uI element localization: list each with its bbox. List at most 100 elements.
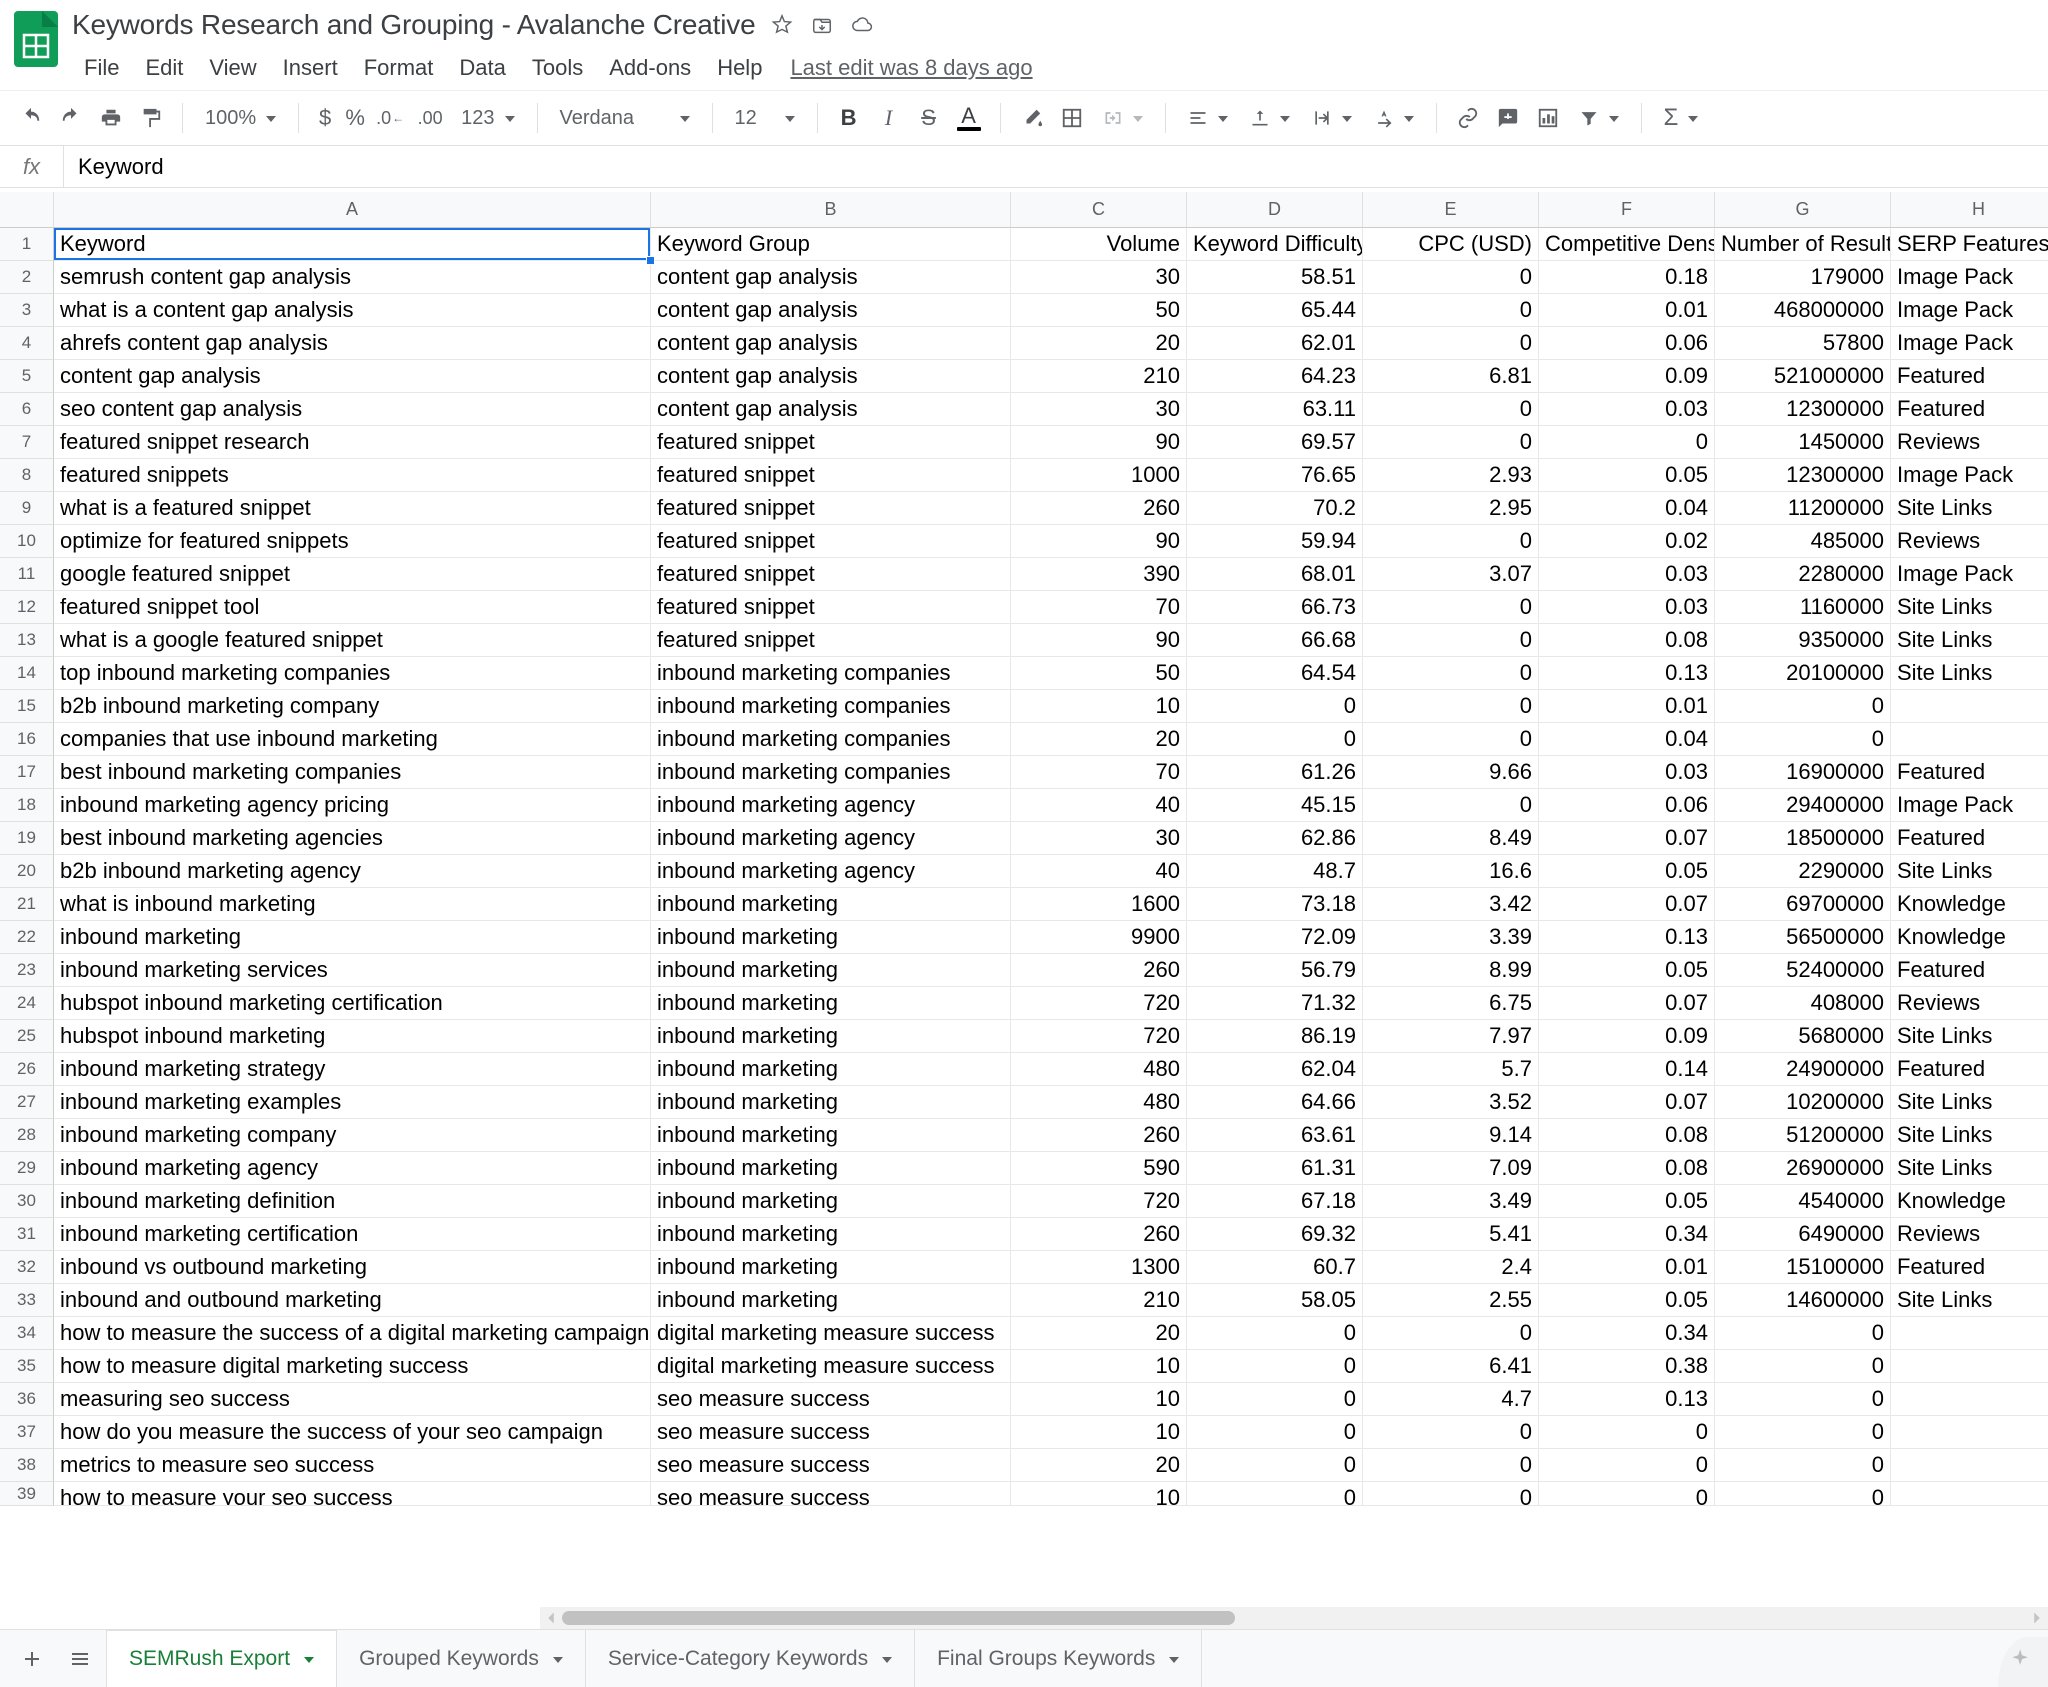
- cell[interactable]: 69700000: [1715, 888, 1891, 921]
- cell[interactable]: 0: [1363, 591, 1539, 624]
- paint-format-icon[interactable]: [132, 99, 170, 137]
- cell[interactable]: Featured: [1891, 1053, 2048, 1086]
- cell[interactable]: 5680000: [1715, 1020, 1891, 1053]
- fill-color-button[interactable]: [1013, 99, 1051, 137]
- cell[interactable]: 10200000: [1715, 1086, 1891, 1119]
- table-row[interactable]: what is a google featured snippetfeature…: [54, 624, 2048, 657]
- cell[interactable]: Reviews: [1891, 426, 2048, 459]
- cell[interactable]: inbound marketing agency: [651, 822, 1011, 855]
- cell[interactable]: 20: [1011, 327, 1187, 360]
- doc-title[interactable]: Keywords Research and Grouping - Avalanc…: [72, 9, 755, 41]
- cell[interactable]: 0: [1363, 690, 1539, 723]
- row-header[interactable]: 11: [0, 558, 54, 591]
- row-header[interactable]: 3: [0, 294, 54, 327]
- fx-label[interactable]: fx: [0, 146, 64, 187]
- cell[interactable]: inbound marketing company: [54, 1119, 651, 1152]
- cell[interactable]: Site Links: [1891, 1284, 2048, 1317]
- row-header[interactable]: 38: [0, 1449, 54, 1482]
- format-percent-button[interactable]: %: [341, 99, 369, 137]
- table-row[interactable]: inbound marketing agency pricinginbound …: [54, 789, 2048, 822]
- table-row[interactable]: hubspot inbound marketinginbound marketi…: [54, 1020, 2048, 1053]
- cell[interactable]: 480: [1011, 1086, 1187, 1119]
- insert-link-button[interactable]: [1449, 99, 1487, 137]
- cell[interactable]: seo measure success: [651, 1416, 1011, 1449]
- col-header-D[interactable]: D: [1187, 192, 1363, 228]
- table-row[interactable]: inbound marketing definitioninbound mark…: [54, 1185, 2048, 1218]
- cell[interactable]: optimize for featured snippets: [54, 525, 651, 558]
- cell[interactable]: 12300000: [1715, 393, 1891, 426]
- cell[interactable]: best inbound marketing companies: [54, 756, 651, 789]
- cell[interactable]: 8.49: [1363, 822, 1539, 855]
- cell[interactable]: 0: [1715, 1317, 1891, 1350]
- table-row[interactable]: best inbound marketing agenciesinbound m…: [54, 822, 2048, 855]
- cell[interactable]: 90: [1011, 624, 1187, 657]
- cell[interactable]: 63.61: [1187, 1119, 1363, 1152]
- cell[interactable]: hubspot inbound marketing certification: [54, 987, 651, 1020]
- cell[interactable]: featured snippet: [651, 624, 1011, 657]
- cell[interactable]: 0: [1363, 261, 1539, 294]
- cell[interactable]: featured snippet research: [54, 426, 651, 459]
- cell[interactable]: 0: [1187, 1383, 1363, 1416]
- spreadsheet-grid[interactable]: ABCDEFGH 1234567891011121314151617181920…: [0, 192, 2048, 1627]
- cell[interactable]: 485000: [1715, 525, 1891, 558]
- cell[interactable]: measuring seo success: [54, 1383, 651, 1416]
- cell[interactable]: 64.66: [1187, 1086, 1363, 1119]
- cell[interactable]: 45.15: [1187, 789, 1363, 822]
- cell[interactable]: seo measure success: [651, 1449, 1011, 1482]
- cell[interactable]: 52400000: [1715, 954, 1891, 987]
- italic-button[interactable]: I: [870, 99, 908, 137]
- row-header[interactable]: 26: [0, 1053, 54, 1086]
- vertical-align-button[interactable]: [1240, 99, 1300, 137]
- cell[interactable]: [1891, 1383, 2048, 1416]
- row-header[interactable]: 13: [0, 624, 54, 657]
- cell[interactable]: companies that use inbound marketing: [54, 723, 651, 756]
- cell[interactable]: content gap analysis: [651, 393, 1011, 426]
- chevron-down-icon[interactable]: [882, 1657, 892, 1663]
- borders-button[interactable]: [1053, 99, 1091, 137]
- cell[interactable]: 408000: [1715, 987, 1891, 1020]
- cell[interactable]: Knowledge: [1891, 1185, 2048, 1218]
- row-header[interactable]: 7: [0, 426, 54, 459]
- cell[interactable]: inbound marketing: [651, 1284, 1011, 1317]
- cell[interactable]: 6.75: [1363, 987, 1539, 1020]
- cell[interactable]: 40: [1011, 789, 1187, 822]
- cell[interactable]: 15100000: [1715, 1251, 1891, 1284]
- cell[interactable]: content gap analysis: [651, 360, 1011, 393]
- cell[interactable]: hubspot inbound marketing: [54, 1020, 651, 1053]
- row-headers[interactable]: 1234567891011121314151617181920212223242…: [0, 228, 54, 1627]
- cell[interactable]: Image Pack: [1891, 558, 2048, 591]
- active-cell-handle[interactable]: [646, 256, 655, 265]
- cell[interactable]: 0.34: [1539, 1218, 1715, 1251]
- table-row[interactable]: what is a featured snippetfeatured snipp…: [54, 492, 2048, 525]
- cell[interactable]: 0.18: [1539, 261, 1715, 294]
- cell[interactable]: Keyword: [54, 228, 651, 261]
- col-header-F[interactable]: F: [1539, 192, 1715, 228]
- row-header[interactable]: 17: [0, 756, 54, 789]
- cell[interactable]: Site Links: [1891, 1152, 2048, 1185]
- cell[interactable]: inbound marketing: [54, 921, 651, 954]
- cell[interactable]: 0.13: [1539, 657, 1715, 690]
- table-row[interactable]: top inbound marketing companiesinbound m…: [54, 657, 2048, 690]
- cell[interactable]: inbound marketing companies: [651, 756, 1011, 789]
- sheet-tab[interactable]: Grouped Keywords: [337, 1630, 586, 1687]
- cell[interactable]: 0: [1539, 426, 1715, 459]
- cell[interactable]: Keyword Group: [651, 228, 1011, 261]
- cell[interactable]: 0: [1187, 1416, 1363, 1449]
- table-row[interactable]: metrics to measure seo successseo measur…: [54, 1449, 2048, 1482]
- cell[interactable]: Image Pack: [1891, 294, 2048, 327]
- cell[interactable]: 0: [1363, 525, 1539, 558]
- chevron-down-icon[interactable]: [1169, 1657, 1179, 1663]
- table-row[interactable]: content gap analysiscontent gap analysis…: [54, 360, 2048, 393]
- table-row[interactable]: featured snippetsfeatured snippet100076.…: [54, 459, 2048, 492]
- table-row[interactable]: inbound marketing companyinbound marketi…: [54, 1119, 2048, 1152]
- cell[interactable]: inbound marketing: [651, 1152, 1011, 1185]
- cell[interactable]: 51200000: [1715, 1119, 1891, 1152]
- cell[interactable]: 0.13: [1539, 1383, 1715, 1416]
- cell[interactable]: 71.32: [1187, 987, 1363, 1020]
- cell[interactable]: 48.7: [1187, 855, 1363, 888]
- cell[interactable]: 0.05: [1539, 855, 1715, 888]
- cell[interactable]: seo measure success: [651, 1482, 1011, 1506]
- cell[interactable]: Site Links: [1891, 492, 2048, 525]
- table-row[interactable]: b2b inbound marketing companyinbound mar…: [54, 690, 2048, 723]
- formula-input[interactable]: [64, 146, 2048, 187]
